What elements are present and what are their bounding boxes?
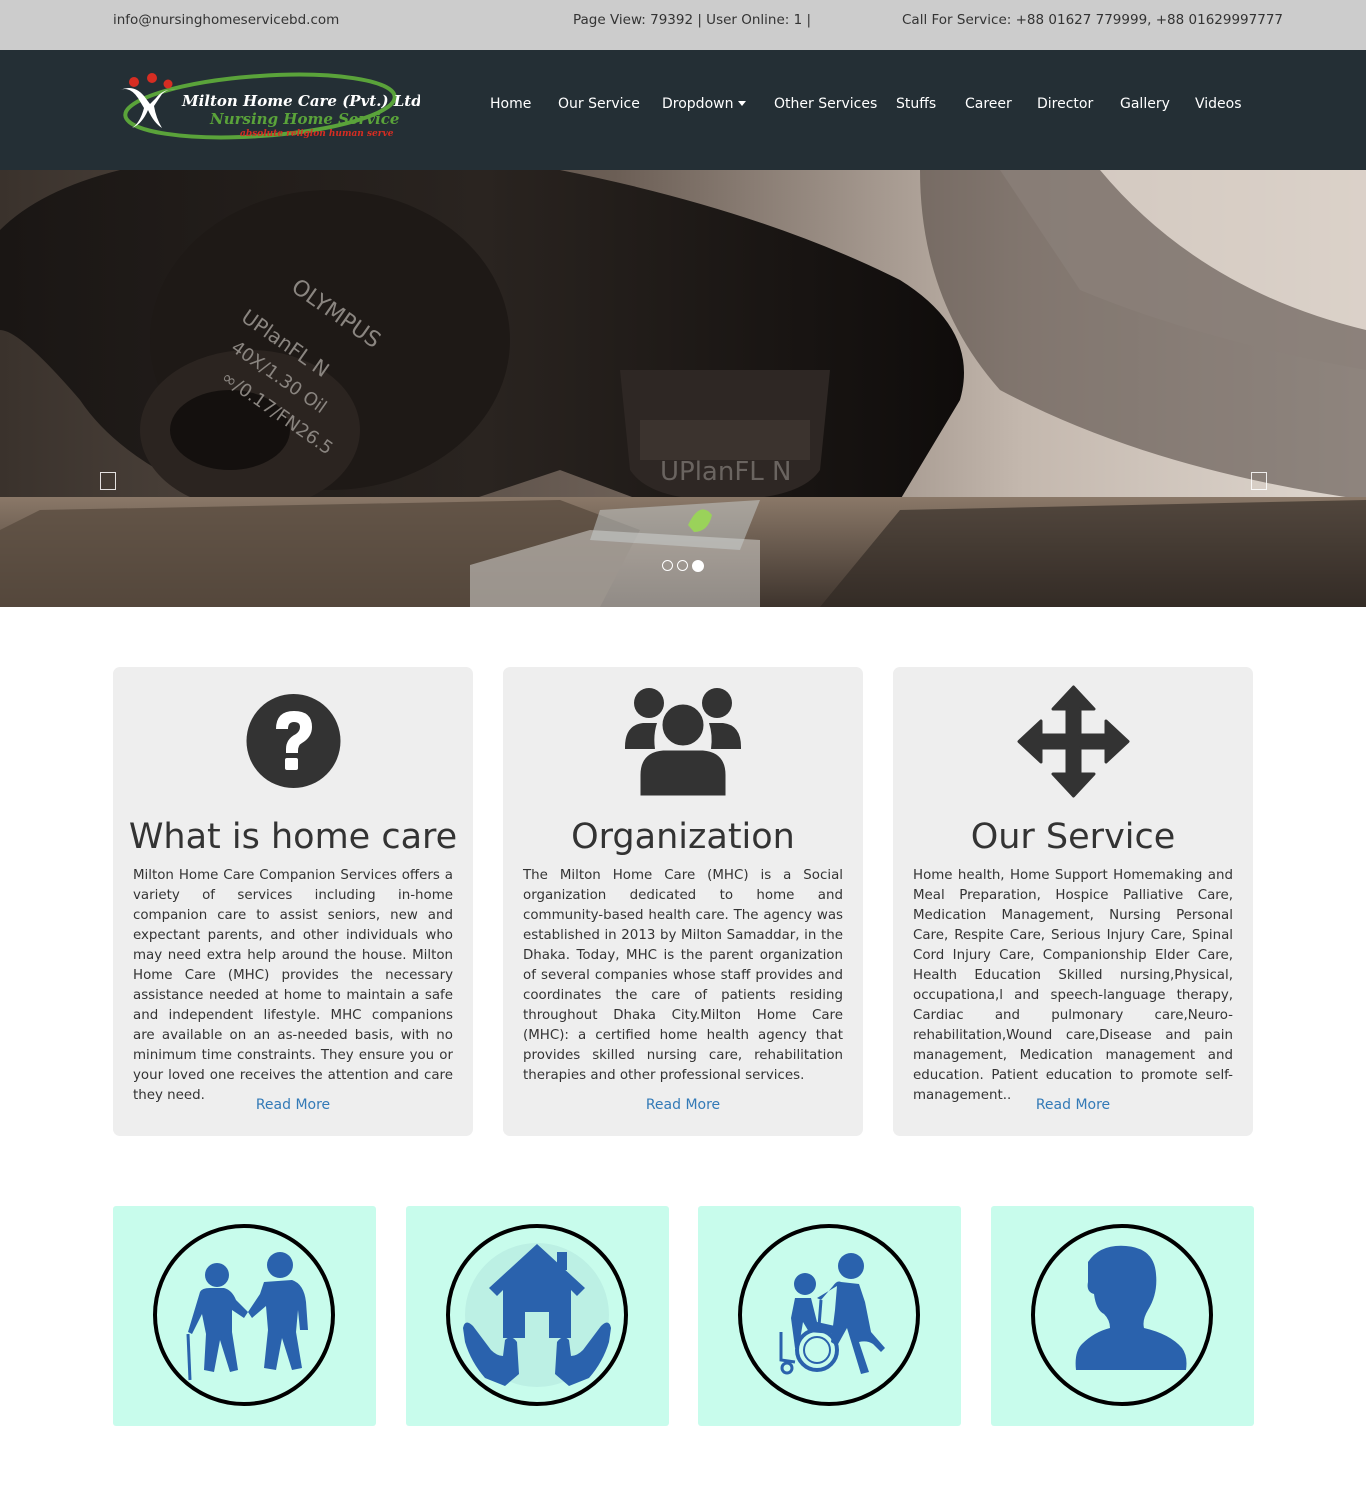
top-info-bar: info@nursinghomeservicebd.com Page View:… — [0, 0, 1366, 50]
elderly-couple-icon — [153, 1224, 335, 1406]
home-care-hands-icon — [446, 1224, 628, 1406]
slider-dot[interactable] — [662, 560, 673, 571]
move-arrows-icon — [893, 685, 1253, 800]
contact-email[interactable]: info@nursinghomeservicebd.com — [113, 12, 339, 28]
nav-director[interactable]: Director — [1037, 96, 1093, 112]
svg-text:UPlanFL N: UPlanFL N — [660, 457, 792, 487]
hero-slider: UPlanFL N OLYMPUS UPlanFL N 40X/1.30 Oil… — [0, 170, 1366, 607]
main-navbar: Milton Home Care (Pvt.) Ltd. Nursing Hom… — [0, 50, 1366, 170]
nav-our-service[interactable]: Our Service — [558, 96, 640, 112]
caret-down-icon — [738, 101, 747, 106]
card-what-is-home-care: What is home care Milton Home Care Compa… — [113, 667, 473, 1136]
card-text: Home health, Home Support Homemaking and… — [913, 868, 1233, 1103]
card-organization: Organization The Milton Home Care (MHC) … — [503, 667, 863, 1136]
nav-career[interactable]: Career — [965, 96, 1012, 112]
read-more-link[interactable]: Read More — [893, 1097, 1253, 1113]
card-title: Organization — [571, 817, 795, 857]
nav-dropdown-label: Dropdown — [662, 96, 734, 112]
card-title: Our Service — [970, 817, 1176, 857]
wheelchair-assist-icon — [738, 1224, 920, 1406]
nav-other-services[interactable]: Other Services — [774, 96, 877, 112]
card-text: Milton Home Care Companion Services offe… — [133, 868, 453, 1103]
card-text: The Milton Home Care (MHC) is a Social o… — [523, 868, 843, 1083]
nav-stuffs[interactable]: Stuffs — [896, 96, 936, 112]
read-more-link[interactable]: Read More — [503, 1097, 863, 1113]
slider-dot-active[interactable] — [692, 559, 704, 572]
logo-tagline: absolute religion human serve — [240, 129, 394, 139]
question-circle-icon — [113, 685, 473, 800]
slider-next-button[interactable] — [1251, 472, 1267, 490]
main-nav: Home Our Service Dropdown Other Services… — [0, 96, 1366, 120]
card-our-service: Our Service Home health, Home Support Ho… — [893, 667, 1253, 1136]
card-title: What is home care — [128, 817, 458, 857]
slider-dot[interactable] — [677, 560, 688, 571]
users-icon — [503, 685, 863, 800]
tile-wheelchair-assist[interactable] — [698, 1206, 961, 1426]
service-phone: Call For Service: +88 01627 779999, +88 … — [902, 12, 1284, 28]
read-more-link[interactable]: Read More — [113, 1097, 473, 1113]
nav-dropdown[interactable]: Dropdown — [662, 96, 747, 112]
nav-gallery[interactable]: Gallery — [1120, 96, 1170, 112]
nav-videos[interactable]: Videos — [1195, 96, 1242, 112]
hero-microscope-image: UPlanFL N OLYMPUS UPlanFL N 40X/1.30 Oil… — [0, 170, 1366, 607]
tile-personal-care[interactable] — [991, 1206, 1254, 1426]
slider-prev-button[interactable] — [100, 472, 116, 490]
tile-elderly-care[interactable] — [113, 1206, 376, 1426]
tile-home-care[interactable] — [406, 1206, 669, 1426]
person-silhouette-icon — [1031, 1224, 1213, 1406]
page-stats: Page View: 79392 | User Online: 1 | — [573, 12, 812, 28]
nav-home[interactable]: Home — [490, 96, 531, 112]
